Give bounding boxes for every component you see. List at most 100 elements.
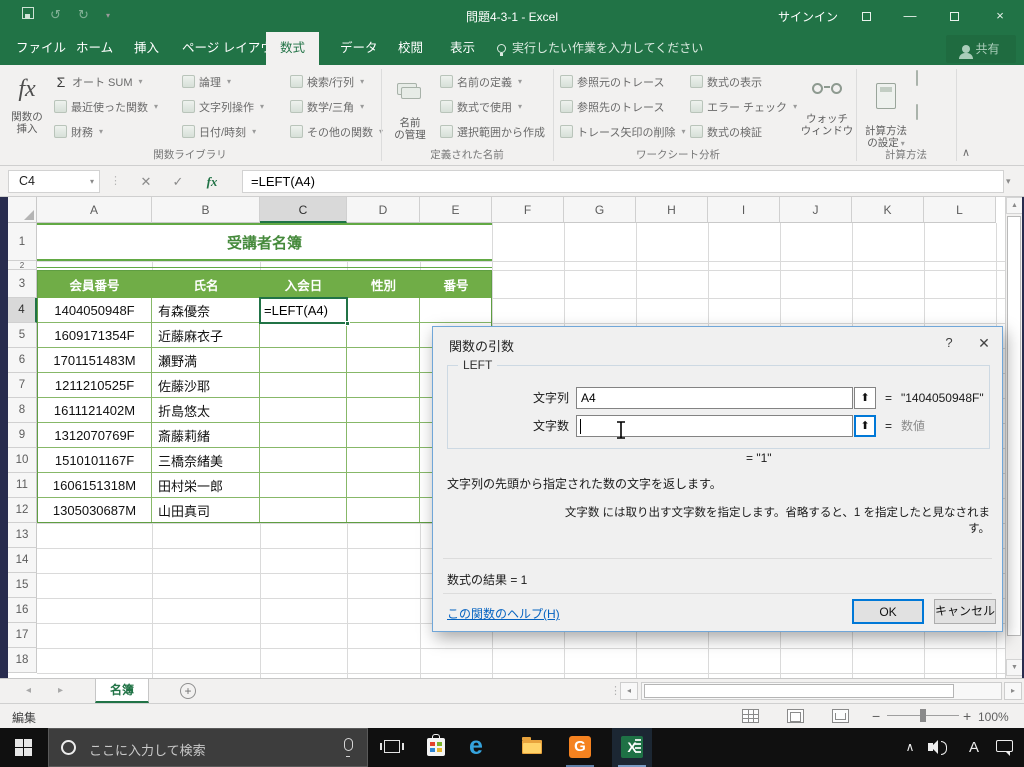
evaluate-formula-button[interactable]: 数式の検証 <box>690 119 797 144</box>
table-cell[interactable]: 瀬野満 <box>152 348 260 373</box>
sheet-nav-left-icon[interactable]: ◂ <box>26 685 31 696</box>
minimize-icon[interactable]: — <box>890 0 930 32</box>
row-header-11[interactable]: 11 <box>8 473 37 498</box>
volume-icon[interactable] <box>928 728 958 767</box>
table-header-cell[interactable]: 氏名 <box>152 270 260 298</box>
table-cell[interactable] <box>260 473 347 498</box>
row-header-16[interactable]: 16 <box>8 598 37 623</box>
taskbar-search[interactable]: ここに入力して検索 <box>48 728 368 767</box>
table-cell[interactable] <box>260 448 347 473</box>
table-cell[interactable]: 1609171354F <box>37 323 152 348</box>
row-header-3[interactable]: 3 <box>8 270 37 298</box>
row-header-4[interactable]: 4 <box>8 298 37 323</box>
horizontal-scrollbar[interactable] <box>641 682 1002 700</box>
sign-in-button[interactable]: サインイン <box>778 8 838 25</box>
table-cell[interactable] <box>347 398 420 423</box>
row-header-13[interactable]: 13 <box>8 523 37 548</box>
financial-button[interactable]: 財務▾ <box>54 119 158 144</box>
column-header-K[interactable]: K <box>852 197 924 223</box>
sheet-tab-meibo[interactable]: 名簿 <box>95 679 149 703</box>
calculate-now-button[interactable] <box>916 71 918 85</box>
arg1-input[interactable]: A4 <box>576 387 853 409</box>
table-cell[interactable] <box>347 348 420 373</box>
row-header-18[interactable]: 18 <box>8 648 37 673</box>
recently-used-button[interactable]: 最近使った関数▾ <box>54 94 158 119</box>
column-header-H[interactable]: H <box>636 197 708 223</box>
column-header-E[interactable]: E <box>420 197 492 223</box>
expand-formula-bar-icon[interactable]: ▾ <box>1006 176 1011 187</box>
column-header-D[interactable]: D <box>347 197 420 223</box>
column-header-L[interactable]: L <box>924 197 996 223</box>
table-cell[interactable]: 1305030687M <box>37 498 152 523</box>
define-name-button[interactable]: 名前の定義▾ <box>440 69 545 94</box>
insert-function-button[interactable]: fx 関数の 挿入 <box>4 67 50 145</box>
table-cell[interactable]: 1312070769F <box>37 423 152 448</box>
table-cell[interactable]: 1701151483M <box>37 348 152 373</box>
error-checking-button[interactable]: エラー チェック▾ <box>690 94 797 119</box>
table-cell[interactable]: 1611121402M <box>37 398 152 423</box>
row-header-7[interactable]: 7 <box>8 373 37 398</box>
start-button[interactable] <box>0 728 48 767</box>
column-header-A[interactable]: A <box>37 197 152 223</box>
hscroll-right-icon[interactable]: ▸ <box>1004 682 1022 700</box>
horizontal-scroll-thumb[interactable] <box>644 684 954 698</box>
trace-dependents-button[interactable]: 参照先のトレース <box>560 94 685 119</box>
column-header-F[interactable]: F <box>492 197 564 223</box>
table-cell[interactable]: 折島悠太 <box>152 398 260 423</box>
zoom-level[interactable]: 100% <box>978 710 1009 724</box>
table-cell[interactable] <box>347 423 420 448</box>
namebox-dropdown-icon[interactable]: ▾ <box>84 170 100 193</box>
calculation-options-button[interactable]: 計算方法 の設定▾ <box>861 67 911 145</box>
show-formulas-button[interactable]: 数式の表示 <box>690 69 797 94</box>
excel-taskbar-button[interactable]: X <box>612 728 652 767</box>
insert-function-fx-icon[interactable]: fx <box>198 170 226 193</box>
table-header-cell[interactable]: 番号 <box>420 270 492 298</box>
table-cell[interactable] <box>347 298 420 323</box>
table-cell[interactable] <box>260 373 347 398</box>
active-cell[interactable]: =LEFT(A4) <box>259 297 348 324</box>
formula-input[interactable]: =LEFT(A4) <box>242 170 1004 193</box>
tab-home[interactable]: ホーム <box>62 32 127 65</box>
tab-review[interactable]: 校閲 <box>384 32 437 65</box>
microphone-icon[interactable] <box>344 738 353 751</box>
tab-data[interactable]: データ <box>326 32 392 65</box>
collapse-ribbon-icon[interactable]: ∧ <box>962 146 970 159</box>
share-button[interactable]: 共有 <box>946 35 1016 63</box>
table-cell[interactable]: 斎藤莉緒 <box>152 423 260 448</box>
use-in-formula-button[interactable]: 数式で使用▾ <box>440 94 545 119</box>
table-cell[interactable] <box>347 323 420 348</box>
cancel-entry-icon[interactable]: ✕ <box>132 170 160 193</box>
watch-window-button[interactable]: ウォッチ ウィンドウ <box>800 67 854 145</box>
table-cell[interactable] <box>260 348 347 373</box>
column-header-I[interactable]: I <box>708 197 780 223</box>
tray-chevron-icon[interactable]: ∧ <box>898 728 922 767</box>
column-header-B[interactable]: B <box>152 197 260 223</box>
table-header-cell[interactable]: 入会日 <box>260 270 347 298</box>
table-cell[interactable] <box>260 323 347 348</box>
zoom-slider-knob[interactable] <box>920 709 926 722</box>
dialog-close-icon[interactable]: ✕ <box>973 335 995 352</box>
table-cell[interactable] <box>347 448 420 473</box>
ok-button[interactable]: OK <box>852 599 924 624</box>
row-header-10[interactable]: 10 <box>8 448 37 473</box>
arg1-refedit-icon[interactable]: ⬆ <box>854 387 876 409</box>
file-explorer-button[interactable] <box>512 728 552 767</box>
table-cell[interactable]: 有森優奈 <box>152 298 260 323</box>
more-functions-button[interactable]: その他の関数▾ <box>290 119 383 144</box>
remove-arrows-button[interactable]: トレース矢印の削除▾ <box>560 119 685 144</box>
table-cell[interactable]: 田村栄一郎 <box>152 473 260 498</box>
enter-entry-icon[interactable]: ✓ <box>164 170 192 193</box>
tab-formulas[interactable]: 数式 <box>266 32 319 65</box>
hscroll-left-icon[interactable]: ◂ <box>620 682 638 700</box>
table-header-cell[interactable]: 会員番号 <box>37 270 152 298</box>
close-icon[interactable]: × <box>980 0 1020 32</box>
calculate-sheet-button[interactable] <box>916 105 918 119</box>
action-center-icon[interactable] <box>992 728 1020 767</box>
row-header-14[interactable]: 14 <box>8 548 37 573</box>
table-cell[interactable]: 佐藤沙耶 <box>152 373 260 398</box>
autosum-button[interactable]: Σオート SUM▾ <box>54 69 158 94</box>
fill-handle[interactable] <box>345 321 350 326</box>
lookup-button[interactable]: 検索/行列▾ <box>290 69 383 94</box>
table-cell[interactable] <box>260 398 347 423</box>
dialog-help-icon[interactable]: ? <box>938 335 960 350</box>
